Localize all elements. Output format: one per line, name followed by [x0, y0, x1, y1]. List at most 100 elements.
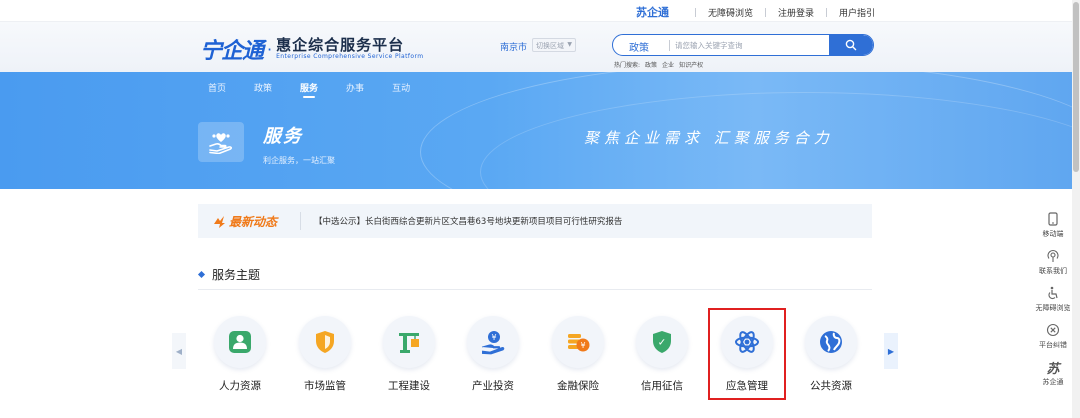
- site-logo[interactable]: 宁企通 · 惠企综合服务平台 Enterprise Comprehensive …: [200, 33, 423, 65]
- float-error-report[interactable]: 平台纠错: [1039, 321, 1067, 350]
- logo-en-name: Enterprise Comprehensive Service Platfor…: [276, 53, 424, 60]
- user-guide-link[interactable]: 用户指引: [839, 6, 875, 19]
- district-placeholder: 切换区域: [536, 42, 564, 50]
- accessibility-icon: [1046, 284, 1060, 302]
- float-label: 移动端: [1042, 230, 1064, 238]
- city-label[interactable]: 南京市: [500, 40, 527, 53]
- hot-term[interactable]: 企业: [662, 60, 674, 69]
- theme-industrial-investment[interactable]: ¥ 产业投资: [458, 316, 528, 400]
- logo-text: 惠企综合服务平台 Enterprise Comprehensive Servic…: [276, 37, 423, 61]
- chevron-down-icon: ▼: [567, 41, 572, 48]
- theme-public-resources[interactable]: 公共资源: [796, 316, 866, 400]
- main-nav: 首页 政策 服务 办事 互动: [208, 81, 438, 98]
- theme-icon-circle: ¥: [467, 316, 519, 368]
- page-title: 服务: [263, 126, 303, 147]
- search-box: 政策: [612, 34, 874, 56]
- nav-home[interactable]: 首页: [208, 81, 226, 94]
- logo-cn-name: 惠企综合服务平台: [276, 36, 405, 54]
- error-report-icon: [1046, 321, 1060, 339]
- theme-icon-circle: [721, 316, 773, 368]
- divider: [694, 7, 696, 17]
- district-select[interactable]: 切换区域 ▼: [532, 38, 576, 52]
- float-accessibility[interactable]: 无障碍浏览: [1036, 284, 1071, 313]
- logo-mark: 宁企通: [200, 38, 264, 64]
- news-headline[interactable]: 【中选公示】长白街西综合更新片区文昌巷63号地块更新项目项目可行性研究报告: [314, 215, 622, 227]
- theme-label: 工程建设: [388, 380, 430, 392]
- section-title: 服务主题: [197, 266, 261, 283]
- theme-market-supervision[interactable]: 市场监管: [290, 316, 360, 400]
- divider: [764, 7, 766, 17]
- page-banner: 首页 政策 服务 办事 互动 服务 利企服务，一站汇聚 聚焦企业需求 汇聚服务合…: [0, 72, 1080, 189]
- contact-icon: [1046, 247, 1060, 265]
- accessibility-link[interactable]: 无障碍浏览: [708, 6, 753, 19]
- top-links: 苏企通 无障碍浏览 注册登录 用户指引: [636, 4, 875, 20]
- search-icon: [845, 39, 857, 51]
- theme-label: 公共资源: [810, 380, 852, 392]
- chevron-left-icon: ◀: [175, 346, 183, 356]
- nav-interaction[interactable]: 互动: [392, 81, 410, 94]
- mobile-icon: [1048, 210, 1058, 228]
- theme-engineering-construction[interactable]: 工程建设: [374, 316, 444, 400]
- service-hand-heart-icon: [198, 122, 244, 162]
- section-title-text: 服务主题: [212, 268, 261, 282]
- credit-shield-icon: ✓: [653, 331, 671, 353]
- theme-icon-circle: ¥: [552, 316, 604, 368]
- hot-term[interactable]: 政策: [645, 60, 657, 69]
- page: 苏企通 无障碍浏览 注册登录 用户指引 宁企通 · 惠企综合服务平台 Enter…: [0, 0, 1080, 418]
- section-divider: [198, 289, 872, 290]
- svg-text:¥: ¥: [491, 333, 496, 342]
- carousel-prev-button[interactable]: ◀: [172, 333, 186, 369]
- theme-icon-circle: ✓: [636, 316, 688, 368]
- atom-icon: [735, 331, 759, 353]
- scrollbar[interactable]: [1072, 0, 1080, 418]
- chevron-right-icon: ▶: [887, 346, 895, 356]
- scrollbar-thumb[interactable]: [1073, 2, 1079, 172]
- search-button[interactable]: [829, 35, 873, 55]
- theme-label: 金融保险: [557, 380, 599, 392]
- person-icon: [229, 331, 251, 353]
- theme-icon-circle: [214, 316, 266, 368]
- float-su-qi-tong[interactable]: 苏 苏企通: [1043, 358, 1064, 387]
- search-input[interactable]: [675, 37, 825, 53]
- theme-label: 人力资源: [219, 380, 261, 392]
- logo-dot: ·: [267, 39, 273, 59]
- su-logo-icon: 苏: [1046, 361, 1060, 377]
- theme-human-resources[interactable]: 人力资源: [205, 316, 275, 400]
- float-mobile[interactable]: 移动端: [1043, 210, 1064, 239]
- site-header: 宁企通 · 惠企综合服务平台 Enterprise Comprehensive …: [0, 22, 1080, 72]
- news-flame-icon: [214, 215, 225, 228]
- float-label: 无障碍浏览: [1035, 304, 1071, 312]
- nav-service[interactable]: 服务: [300, 81, 318, 98]
- svg-text:¥: ¥: [580, 341, 585, 350]
- theme-emergency-management[interactable]: 应急管理: [708, 308, 786, 400]
- theme-label: 市场监管: [304, 380, 346, 392]
- svg-text:✓: ✓: [658, 338, 666, 349]
- theme-finance-insurance[interactable]: ¥ 金融保险: [543, 316, 613, 400]
- globe-icon: [820, 331, 842, 353]
- hot-search-label: 热门搜索:: [614, 62, 641, 69]
- float-contact[interactable]: 联系我们: [1039, 247, 1067, 276]
- theme-credit[interactable]: ✓ 信用征信: [627, 316, 697, 400]
- theme-icon-circle: [299, 316, 351, 368]
- theme-icon-circle: [805, 316, 857, 368]
- nav-affairs[interactable]: 办事: [346, 81, 364, 94]
- hot-term[interactable]: 知识产权: [679, 60, 703, 69]
- divider: [669, 40, 670, 51]
- crane-icon: [399, 333, 419, 353]
- nav-policy[interactable]: 政策: [254, 81, 272, 94]
- news-label-text: 最新动态: [229, 215, 278, 229]
- hot-search: 热门搜索: 政策 企业 知识产权: [614, 60, 703, 69]
- investment-icon: ¥: [481, 331, 505, 355]
- theme-label: 信用征信: [641, 380, 683, 392]
- theme-label: 产业投资: [472, 380, 514, 392]
- top-utility-bar: 苏企通 无障碍浏览 注册登录 用户指引: [0, 0, 1080, 22]
- banner-slogan: 聚焦企业需求 汇聚服务合力: [584, 129, 834, 147]
- float-label: 联系我们: [1039, 267, 1067, 275]
- page-subtitle: 利企服务，一站汇聚: [263, 156, 335, 165]
- su-qi-tong-link[interactable]: 苏企通: [636, 4, 669, 20]
- coins-icon: ¥: [568, 334, 590, 352]
- register-login-link[interactable]: 注册登录: [778, 6, 814, 19]
- search-category[interactable]: 政策: [629, 39, 649, 54]
- carousel-next-button[interactable]: ▶: [884, 333, 898, 369]
- shield-icon: [316, 331, 334, 353]
